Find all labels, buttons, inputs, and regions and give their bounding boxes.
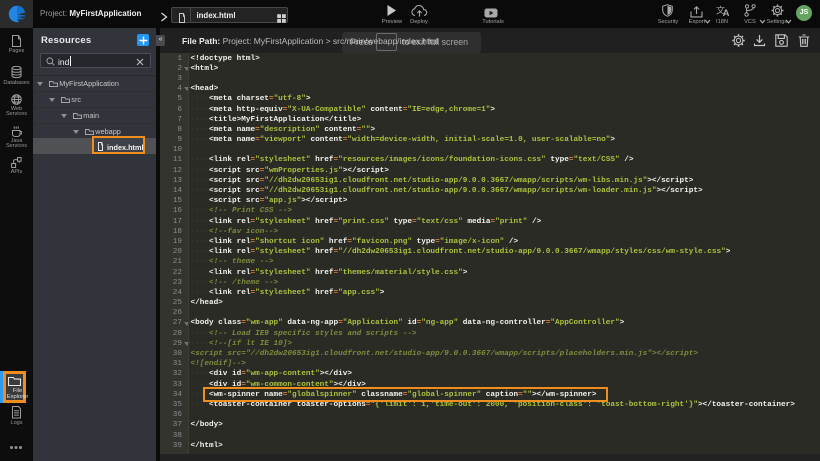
svg-text:A: A [723, 8, 730, 17]
